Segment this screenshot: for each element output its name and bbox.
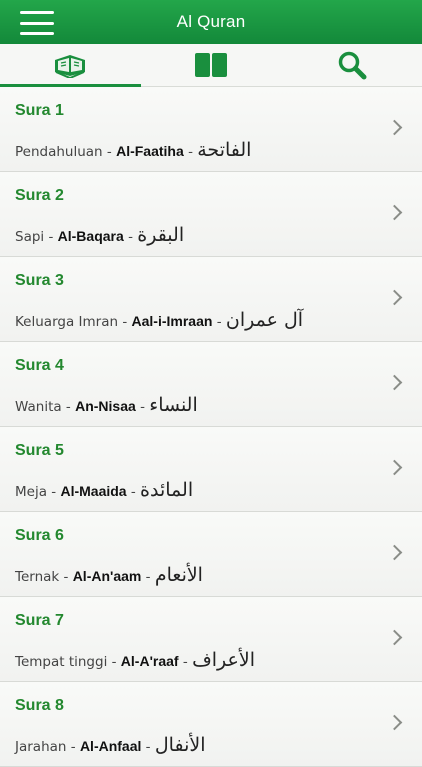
sura-arabic: الأنفال (154, 734, 206, 756)
sura-arabic: الأعراف (192, 649, 255, 671)
sura-name: Sapi (15, 229, 45, 245)
sura-title-line: Wanita - An-Nisaa - النساء (15, 394, 198, 416)
sura-name: Tempat tinggi (15, 654, 108, 670)
chevron-right-icon (386, 544, 403, 561)
sura-transliteration: Al-Baqara (57, 228, 124, 244)
tab-bar (0, 44, 422, 87)
sura-transliteration: Al-An'aam (72, 568, 142, 584)
sura-number: Sura 6 (15, 527, 64, 544)
list-item[interactable]: Sura 2 Sapi - Al-Baqara - البقرة (0, 172, 422, 257)
tab-reading[interactable] (141, 44, 282, 86)
sura-transliteration: An-Nisaa (75, 398, 136, 414)
sura-transliteration: Aal-i-Imraan (131, 313, 213, 329)
sura-title-line: Sapi - Al-Baqara - البقرة (15, 224, 185, 246)
list-item[interactable]: Sura 3 Keluarga Imran - Aal-i-Imraan - آ… (0, 257, 422, 342)
sura-name: Ternak (15, 569, 60, 585)
list-item[interactable]: Sura 4 Wanita - An-Nisaa - النساء (0, 342, 422, 427)
sura-name: Wanita (15, 399, 62, 415)
sura-title-line: Pendahuluan - Al-Faatiha - الفاتحة (15, 139, 252, 161)
sura-transliteration: Al-Anfaal (79, 738, 142, 754)
tab-sura-list[interactable] (0, 44, 141, 87)
sura-arabic: الأنعام (154, 564, 203, 586)
list-item[interactable]: Sura 5 Meja - Al-Maaida - المائدة (0, 427, 422, 512)
sura-arabic: النساء (149, 394, 198, 416)
chevron-right-icon (386, 289, 403, 306)
search-icon (338, 51, 367, 80)
sura-number: Sura 4 (15, 357, 64, 374)
chevron-right-icon (386, 374, 403, 391)
sura-arabic: البقرة (137, 224, 185, 246)
chevron-right-icon (386, 204, 403, 221)
sura-title-line: Keluarga Imran - Aal-i-Imraan - آل عمران (15, 309, 304, 331)
list-item[interactable]: Sura 7 Tempat tinggi - Al-A'raaf - الأعر… (0, 597, 422, 682)
chevron-right-icon (386, 714, 403, 731)
sura-transliteration: Al-A'raaf (120, 653, 179, 669)
list-item[interactable]: Sura 1 Pendahuluan - Al-Faatiha - الفاتح… (0, 87, 422, 172)
sura-list: Sura 1 Pendahuluan - Al-Faatiha - الفاتح… (0, 87, 422, 767)
open-book-icon (195, 53, 227, 77)
sura-name: Meja (15, 484, 47, 500)
list-item[interactable]: Sura 6 Ternak - Al-An'aam - الأنعام (0, 512, 422, 597)
sura-transliteration: Al-Maaida (60, 483, 127, 499)
top-navigation-bar: Al Quran (0, 0, 422, 44)
chevron-right-icon (386, 629, 403, 646)
chevron-right-icon (386, 119, 403, 136)
tab-search[interactable] (281, 44, 422, 86)
sura-number: Sura 5 (15, 442, 64, 459)
sura-title-line: Tempat tinggi - Al-A'raaf - الأعراف (15, 649, 255, 671)
sura-name: Pendahuluan (15, 144, 103, 160)
sura-number: Sura 1 (15, 102, 64, 119)
chevron-right-icon (386, 459, 403, 476)
hamburger-menu-icon[interactable] (20, 11, 54, 35)
sura-number: Sura 2 (15, 187, 64, 204)
sura-transliteration: Al-Faatiha (116, 143, 184, 159)
quran-book-icon (55, 55, 86, 78)
sura-arabic: المائدة (140, 479, 194, 501)
sura-title-line: Ternak - Al-An'aam - الأنعام (15, 564, 203, 586)
sura-arabic: الفاتحة (197, 139, 252, 161)
sura-number: Sura 3 (15, 272, 64, 289)
sura-name: Jarahan (15, 739, 67, 755)
list-item[interactable]: Sura 8 Jarahan - Al-Anfaal - الأنفال (0, 682, 422, 767)
page-title: Al Quran (176, 12, 246, 31)
sura-arabic: آل عمران (225, 309, 304, 331)
sura-name: Keluarga Imran (15, 314, 119, 330)
sura-number: Sura 7 (15, 612, 64, 629)
sura-number: Sura 8 (15, 697, 64, 714)
sura-title-line: Jarahan - Al-Anfaal - الأنفال (15, 734, 206, 756)
sura-title-line: Meja - Al-Maaida - المائدة (15, 479, 194, 501)
